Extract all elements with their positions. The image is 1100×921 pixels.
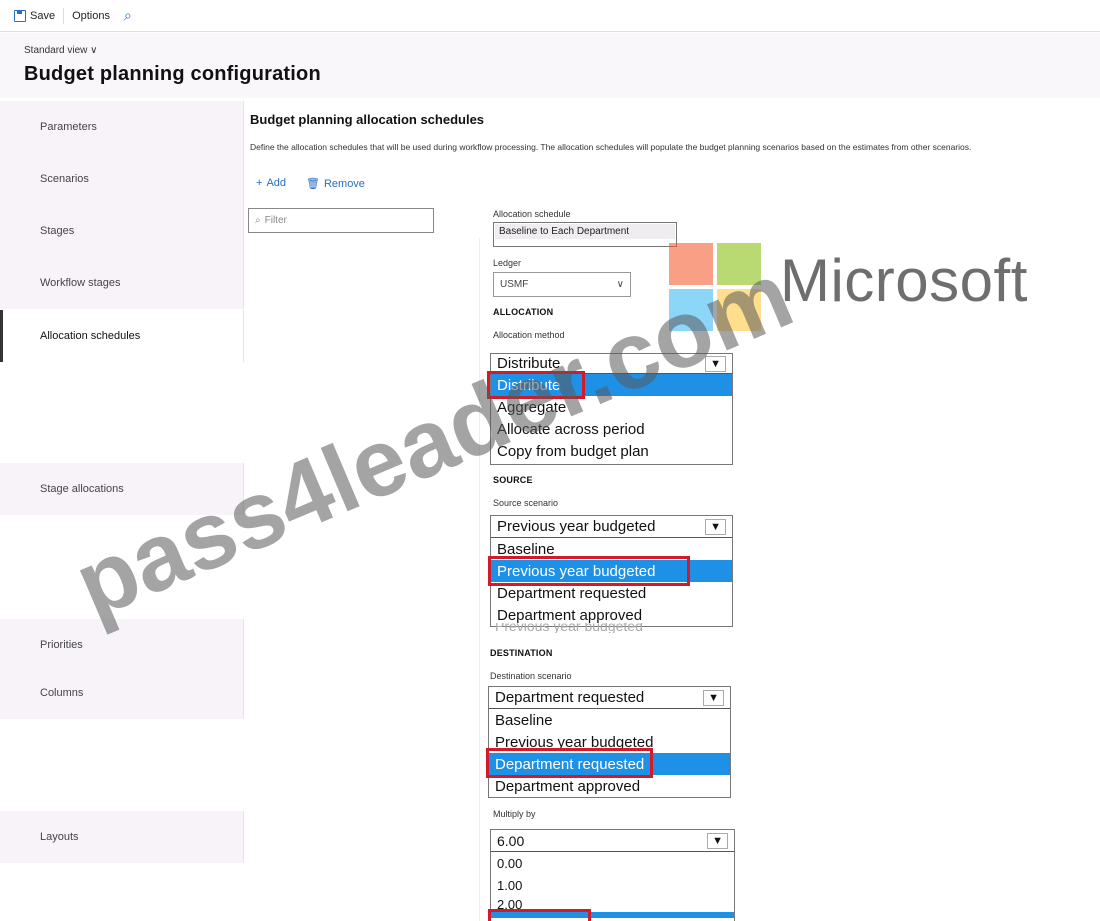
nav-item-allocation-schedules[interactable]: Allocation schedules xyxy=(0,310,244,362)
nav-item-layouts[interactable]: Layouts xyxy=(0,811,244,863)
dropdown-arrow-icon: ▼ xyxy=(705,518,726,535)
dropdown-arrow-icon: ▼ xyxy=(707,832,728,849)
options-label: Options xyxy=(72,9,110,22)
option-2-00[interactable]: 2.00 xyxy=(491,896,734,912)
source-scenario-dropdown[interactable]: Previous year budgeted ▼ Baseline Previo… xyxy=(490,515,733,627)
search-icon: ⌕ xyxy=(255,215,261,226)
microsoft-wordmark: Microsoft xyxy=(780,247,1028,314)
option-department-approved[interactable]: Department approved xyxy=(489,775,730,797)
nav-item-columns[interactable]: Columns xyxy=(0,667,244,719)
ledger-label: Ledger xyxy=(493,258,522,268)
destination-heading: DESTINATION xyxy=(490,648,553,658)
view-selector[interactable]: Standard view ∨ xyxy=(24,45,97,56)
plus-icon: + xyxy=(256,177,263,189)
allocation-heading: ALLOCATION xyxy=(493,307,554,317)
allocation-schedule-value: Baseline to Each Department xyxy=(495,224,675,239)
option-department-requested[interactable]: Department requested xyxy=(489,753,730,775)
option-selected-partial[interactable] xyxy=(491,912,734,918)
nav-item-parameters[interactable]: Parameters xyxy=(0,101,244,153)
allocation-schedule-label: Allocation schedule xyxy=(493,209,571,219)
source-scenario-select[interactable]: Previous year budgeted ▼ xyxy=(491,516,732,538)
option-previous-year-budgeted[interactable]: Previous year budgeted xyxy=(491,560,732,582)
filter-input[interactable]: ⌕ Filter xyxy=(248,208,434,233)
remove-label: Remove xyxy=(323,177,365,190)
save-icon xyxy=(14,9,26,22)
options-button[interactable]: Options xyxy=(66,4,116,28)
remove-button[interactable]: 🗑 Remove xyxy=(306,177,365,191)
option-0-00[interactable]: 0.00 xyxy=(491,852,734,874)
trash-icon: 🗑 xyxy=(306,178,320,190)
view-selector-label: Standard view xyxy=(24,45,88,56)
nav-item-workflow-stages[interactable]: Workflow stages xyxy=(0,257,244,309)
add-button[interactable]: + Add xyxy=(256,177,286,189)
nav-item-scenarios[interactable]: Scenarios xyxy=(0,153,244,205)
multiply-by-dropdown[interactable]: 6.00 ▼ 0.00 1.00 2.00 xyxy=(490,829,735,921)
chevron-down-icon: ∨ xyxy=(616,279,624,290)
option-previous-year-budgeted[interactable]: Previous year budgeted xyxy=(489,731,730,753)
allocation-schedule-field[interactable]: Baseline to Each Department xyxy=(493,222,677,247)
chevron-down-icon: ∨ xyxy=(90,45,98,56)
ledger-value: USMF xyxy=(500,279,529,290)
page-header: Standard view ∨ Budget planning configur… xyxy=(0,33,1100,98)
option-baseline[interactable]: Baseline xyxy=(491,538,732,560)
destination-scenario-dropdown[interactable]: Department requested ▼ Baseline Previous… xyxy=(488,686,731,798)
option-department-requested[interactable]: Department requested xyxy=(491,582,732,604)
page-title: Budget planning configuration xyxy=(24,63,321,85)
action-toolbar: Save Options ⌕ xyxy=(0,0,1100,32)
source-scenario-value: Previous year budgeted xyxy=(497,518,656,535)
save-label: Save xyxy=(30,9,56,22)
option-1-00[interactable]: 1.00 xyxy=(491,874,734,896)
multiply-by-label: Multiply by xyxy=(493,809,536,819)
ledger-select[interactable]: USMF ∨ xyxy=(493,272,631,297)
schedule-list xyxy=(248,238,480,921)
source-ghost-value: Previous year budgeted xyxy=(495,623,643,633)
destination-scenario-value: Department requested xyxy=(495,689,645,706)
section-description: Define the allocation schedules that wil… xyxy=(250,142,972,152)
filter-placeholder: Filter xyxy=(264,215,287,226)
section-title: Budget planning allocation schedules xyxy=(250,112,485,127)
save-button[interactable]: Save xyxy=(8,4,61,28)
source-heading: SOURCE xyxy=(493,475,533,485)
multiply-by-select[interactable]: 6.00 ▼ xyxy=(491,830,734,852)
multiply-by-value: 6.00 xyxy=(497,832,525,849)
toolbar-divider xyxy=(63,7,65,24)
add-label: Add xyxy=(266,177,287,189)
nav-item-stages[interactable]: Stages xyxy=(0,205,244,257)
search-icon[interactable]: ⌕ xyxy=(124,7,132,24)
dropdown-arrow-icon: ▼ xyxy=(703,689,724,706)
option-baseline[interactable]: Baseline xyxy=(489,709,730,731)
destination-scenario-label: Destination scenario xyxy=(490,671,572,681)
destination-scenario-select[interactable]: Department requested ▼ xyxy=(489,687,730,709)
source-scenario-label: Source scenario xyxy=(493,498,559,508)
